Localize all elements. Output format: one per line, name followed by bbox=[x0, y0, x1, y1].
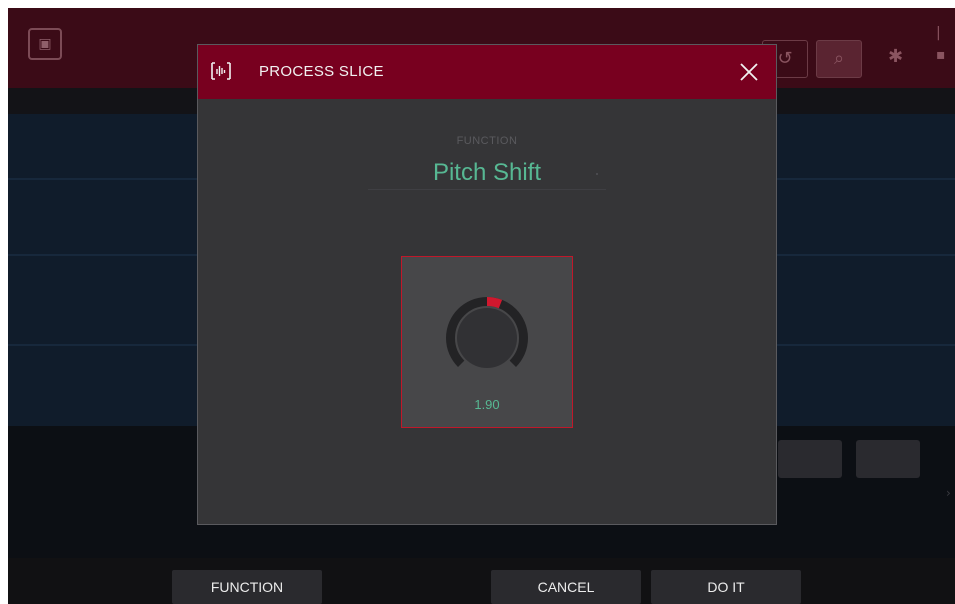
selector-dot bbox=[596, 173, 598, 175]
function-label: FUNCTION bbox=[456, 135, 518, 147]
background-zoom-icon: ⌕ bbox=[816, 40, 862, 78]
background-gear-icon: ✱ bbox=[888, 46, 904, 67]
pitch-knob-panel[interactable]: 1.90 bbox=[401, 256, 573, 428]
background-chip bbox=[778, 440, 842, 478]
close-icon[interactable] bbox=[738, 61, 760, 83]
background-edge-icons: | ▪ bbox=[936, 25, 946, 63]
function-button[interactable]: FUNCTION bbox=[172, 570, 322, 604]
function-selector[interactable]: Pitch Shift bbox=[368, 157, 606, 190]
background-app-icon: ▣ bbox=[28, 28, 62, 60]
softkey-bar: FUNCTION CANCEL DO IT bbox=[8, 558, 955, 604]
knob-cap bbox=[457, 308, 517, 368]
screen: ▣ ↺ ⌕ ✱ | ▪ › FUNCTION CANCEL DO IT PROCE… bbox=[8, 8, 955, 604]
dialog-title: PROCESS SLICE bbox=[259, 63, 384, 80]
background-arrow-icon: › bbox=[946, 486, 951, 500]
do-it-button[interactable]: DO IT bbox=[651, 570, 801, 604]
function-value: Pitch Shift bbox=[432, 159, 542, 186]
process-slice-dialog: PROCESS SLICE FUNCTION Pitch Shift 1.90 bbox=[197, 44, 777, 525]
background-chip bbox=[856, 440, 920, 478]
cancel-button[interactable]: CANCEL bbox=[491, 570, 641, 604]
waveform-slice-icon bbox=[211, 62, 231, 80]
pitch-knob[interactable] bbox=[444, 295, 530, 381]
dialog-header: PROCESS SLICE bbox=[198, 45, 776, 99]
knob-fill bbox=[486, 296, 503, 309]
knob-value: 1.90 bbox=[474, 397, 500, 412]
